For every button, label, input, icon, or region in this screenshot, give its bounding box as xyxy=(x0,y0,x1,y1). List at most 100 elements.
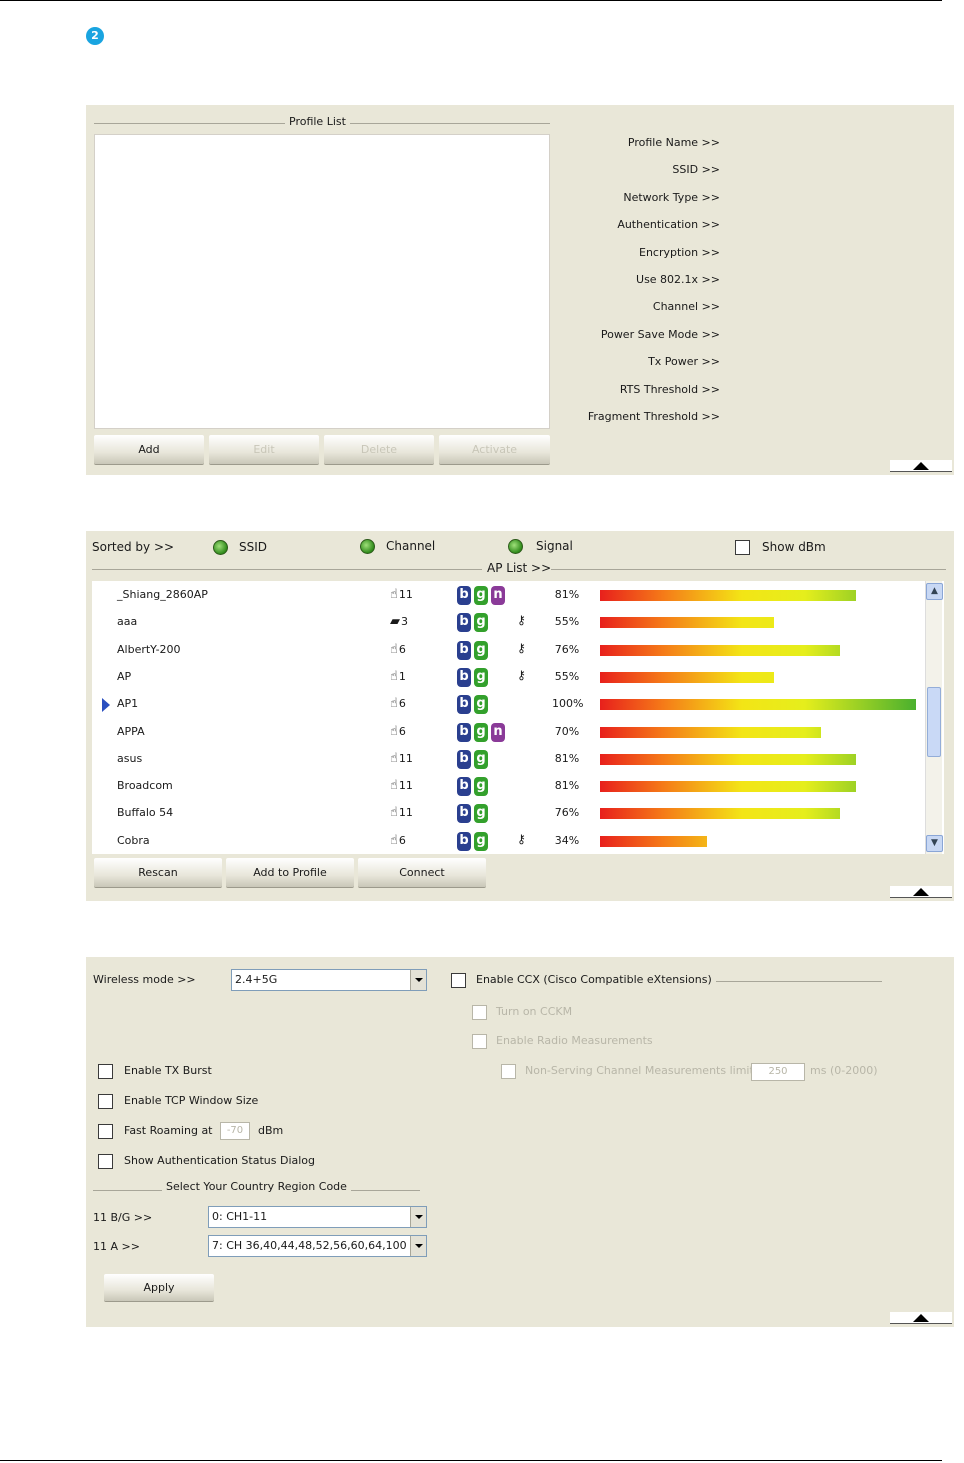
ap-list-row[interactable]: aaa ▰3 b g ⚷ 55% xyxy=(92,609,922,636)
add-profile-button[interactable]: Add xyxy=(94,435,204,465)
profile-detail-label: Tx Power >> xyxy=(648,355,720,369)
ap-channel: ☝6 xyxy=(390,833,406,848)
ap-channel-number: 11 xyxy=(398,588,413,601)
ap-list-row[interactable]: Buffalo 54 ☝11 b g 76% xyxy=(92,800,922,827)
chevron-down-icon[interactable] xyxy=(410,1207,426,1227)
scroll-down-icon[interactable]: ▼ xyxy=(926,835,943,852)
ap-list-title: AP List >> xyxy=(487,561,552,575)
hand-antenna-icon: ☝ xyxy=(390,805,398,821)
wireless-b-badge: b xyxy=(457,640,471,660)
ap-channel: ☝11 xyxy=(390,805,413,820)
collapse-up-arrow-icon[interactable] xyxy=(890,1312,952,1324)
wireless-g-badge: g xyxy=(474,777,488,797)
ap-channel-number: 6 xyxy=(398,833,406,847)
profile-detail-label: Encryption >> xyxy=(639,245,720,259)
ap-signal-percent: 81% xyxy=(554,779,580,793)
top-page-rule xyxy=(0,0,942,1)
wireless-b-badge: b xyxy=(457,722,471,742)
enable-radio-measurements-checkbox[interactable] xyxy=(472,1034,487,1049)
show-auth-status-label[interactable]: Show Authentication Status Dialog xyxy=(124,1154,315,1167)
bg-region-select[interactable]: 0: CH1-11 xyxy=(208,1206,427,1228)
activate-profile-button[interactable]: Activate xyxy=(439,435,550,465)
chevron-down-icon[interactable] xyxy=(410,1236,426,1256)
profile-detail-label: Use 802.1x >> xyxy=(636,273,720,286)
sort-channel-label[interactable]: Channel xyxy=(386,539,435,553)
enable-radio-measurements-label[interactable]: Enable Radio Measurements xyxy=(496,1034,653,1047)
ap-list-row[interactable]: APPA ☝6 b g n 70% xyxy=(92,719,922,746)
show-dbm-label[interactable]: Show dBm xyxy=(762,540,826,554)
ap-list-row[interactable]: AP ☝1 b g ⚷ 55% xyxy=(92,664,922,691)
sort-ssid-radio[interactable] xyxy=(213,540,228,555)
enable-ccx-checkbox[interactable] xyxy=(451,973,466,988)
profile-list-box[interactable] xyxy=(94,134,550,429)
ap-signal-percent: 34% xyxy=(554,833,580,847)
sort-channel-radio[interactable] xyxy=(360,539,375,554)
ap-list-row[interactable]: AlbertY-200 ☝6 b g ⚷ 76% xyxy=(92,637,922,664)
ap-ssid: Broadcom xyxy=(117,779,173,793)
turn-on-cckm-checkbox[interactable] xyxy=(472,1005,487,1020)
chevron-down-icon[interactable] xyxy=(410,970,426,990)
signal-strength-bar xyxy=(600,590,856,601)
wireless-b-badge: b xyxy=(457,695,471,715)
fast-roaming-label[interactable]: Fast Roaming at xyxy=(124,1124,213,1137)
a-region-select[interactable]: 7: CH 36,40,44,48,52,56,60,64,100 xyxy=(208,1235,427,1257)
enable-ccx-label[interactable]: Enable CCX (Cisco Compatible eXtensions) xyxy=(476,973,712,986)
ap-ssid: asus xyxy=(117,751,143,765)
collapse-up-arrow-icon[interactable] xyxy=(890,460,952,472)
ap-list-row[interactable]: _Shiang_2860AP ☝11 b g n 81% xyxy=(92,582,922,609)
country-region-title: Select Your Country Region Code xyxy=(162,1180,351,1193)
non-serving-label[interactable]: Non-Serving Channel Measurements limit xyxy=(525,1064,754,1077)
wireless-mode-select[interactable]: 2.4+5G xyxy=(231,969,427,991)
hand-antenna-icon: ☝ xyxy=(390,750,398,766)
ap-signal-percent: 100% xyxy=(552,697,584,711)
a-region-value: 7: CH 36,40,44,48,52,56,60,64,100 xyxy=(212,1239,407,1252)
turn-on-cckm-label[interactable]: Turn on CCKM xyxy=(496,1005,572,1018)
ap-channel-number: 6 xyxy=(398,724,406,738)
ap-list-row[interactable]: AP1 ☝6 b g 100% xyxy=(92,691,922,718)
wireless-n-badge: n xyxy=(491,586,505,605)
delete-profile-button[interactable]: Delete xyxy=(324,435,434,465)
add-to-profile-button[interactable]: Add to Profile xyxy=(226,858,354,888)
rescan-button[interactable]: Rescan xyxy=(94,858,222,888)
wireless-g-badge: g xyxy=(474,667,488,687)
edit-profile-button[interactable]: Edit xyxy=(209,435,319,465)
profile-detail-label: Profile Name >> xyxy=(627,136,720,149)
ap-list-row[interactable]: asus ☝11 b g 81% xyxy=(92,746,922,773)
enable-tx-burst-checkbox[interactable] xyxy=(98,1064,113,1079)
fast-roaming-input[interactable]: -70 xyxy=(220,1122,250,1140)
ap-list-scrollbar[interactable]: ▲ ▼ xyxy=(925,581,943,854)
bottom-page-rule xyxy=(0,1460,942,1461)
bg-region-label: 11 B/G >> xyxy=(93,1211,153,1224)
ap-list-row[interactable]: Broadcom ☝11 b g 81% xyxy=(92,773,922,800)
enable-tx-burst-label[interactable]: Enable TX Burst xyxy=(124,1064,212,1077)
wireless-n-badge: n xyxy=(491,722,505,742)
apply-button[interactable]: Apply xyxy=(104,1274,214,1302)
ap-list-row[interactable]: Cobra ☝6 b g ⚷ 34% xyxy=(92,828,922,855)
ap-channel-number: 3 xyxy=(401,615,408,629)
enable-tcp-window-label[interactable]: Enable TCP Window Size xyxy=(124,1094,258,1107)
enable-tcp-window-checkbox[interactable] xyxy=(98,1094,113,1109)
scroll-thumb[interactable] xyxy=(927,687,941,757)
wireless-g-badge: g xyxy=(474,695,488,715)
ap-channel: ▰3 xyxy=(390,614,408,629)
ap-ssid: APPA xyxy=(117,724,145,738)
sort-ssid-label[interactable]: SSID xyxy=(239,540,267,554)
connect-button[interactable]: Connect xyxy=(358,858,486,888)
profile-detail-label: Power Save Mode >> xyxy=(600,327,720,341)
scroll-up-icon[interactable]: ▲ xyxy=(926,583,943,600)
sort-signal-radio[interactable] xyxy=(508,539,523,554)
ap-channel-number: 11 xyxy=(398,779,413,793)
sort-signal-label[interactable]: Signal xyxy=(536,539,573,553)
show-dbm-checkbox[interactable] xyxy=(735,540,750,555)
non-serving-limit-input[interactable]: 250 xyxy=(751,1063,805,1081)
fast-roaming-checkbox[interactable] xyxy=(98,1124,113,1139)
bg-region-value: 0: CH1-11 xyxy=(212,1210,268,1223)
show-auth-status-checkbox[interactable] xyxy=(98,1154,113,1169)
ap-signal-percent: 76% xyxy=(554,806,580,820)
ccx-divider xyxy=(716,981,882,982)
non-serving-checkbox[interactable] xyxy=(501,1064,516,1079)
ap-list-table[interactable]: _Shiang_2860AP ☝11 b g n 81% aaa ▰3 b g ⚷ 55% Albert… xyxy=(92,581,944,854)
ap-signal-percent: 55% xyxy=(554,615,580,629)
ap-ssid: Buffalo 54 xyxy=(117,806,174,820)
collapse-up-arrow-icon[interactable] xyxy=(890,886,952,898)
